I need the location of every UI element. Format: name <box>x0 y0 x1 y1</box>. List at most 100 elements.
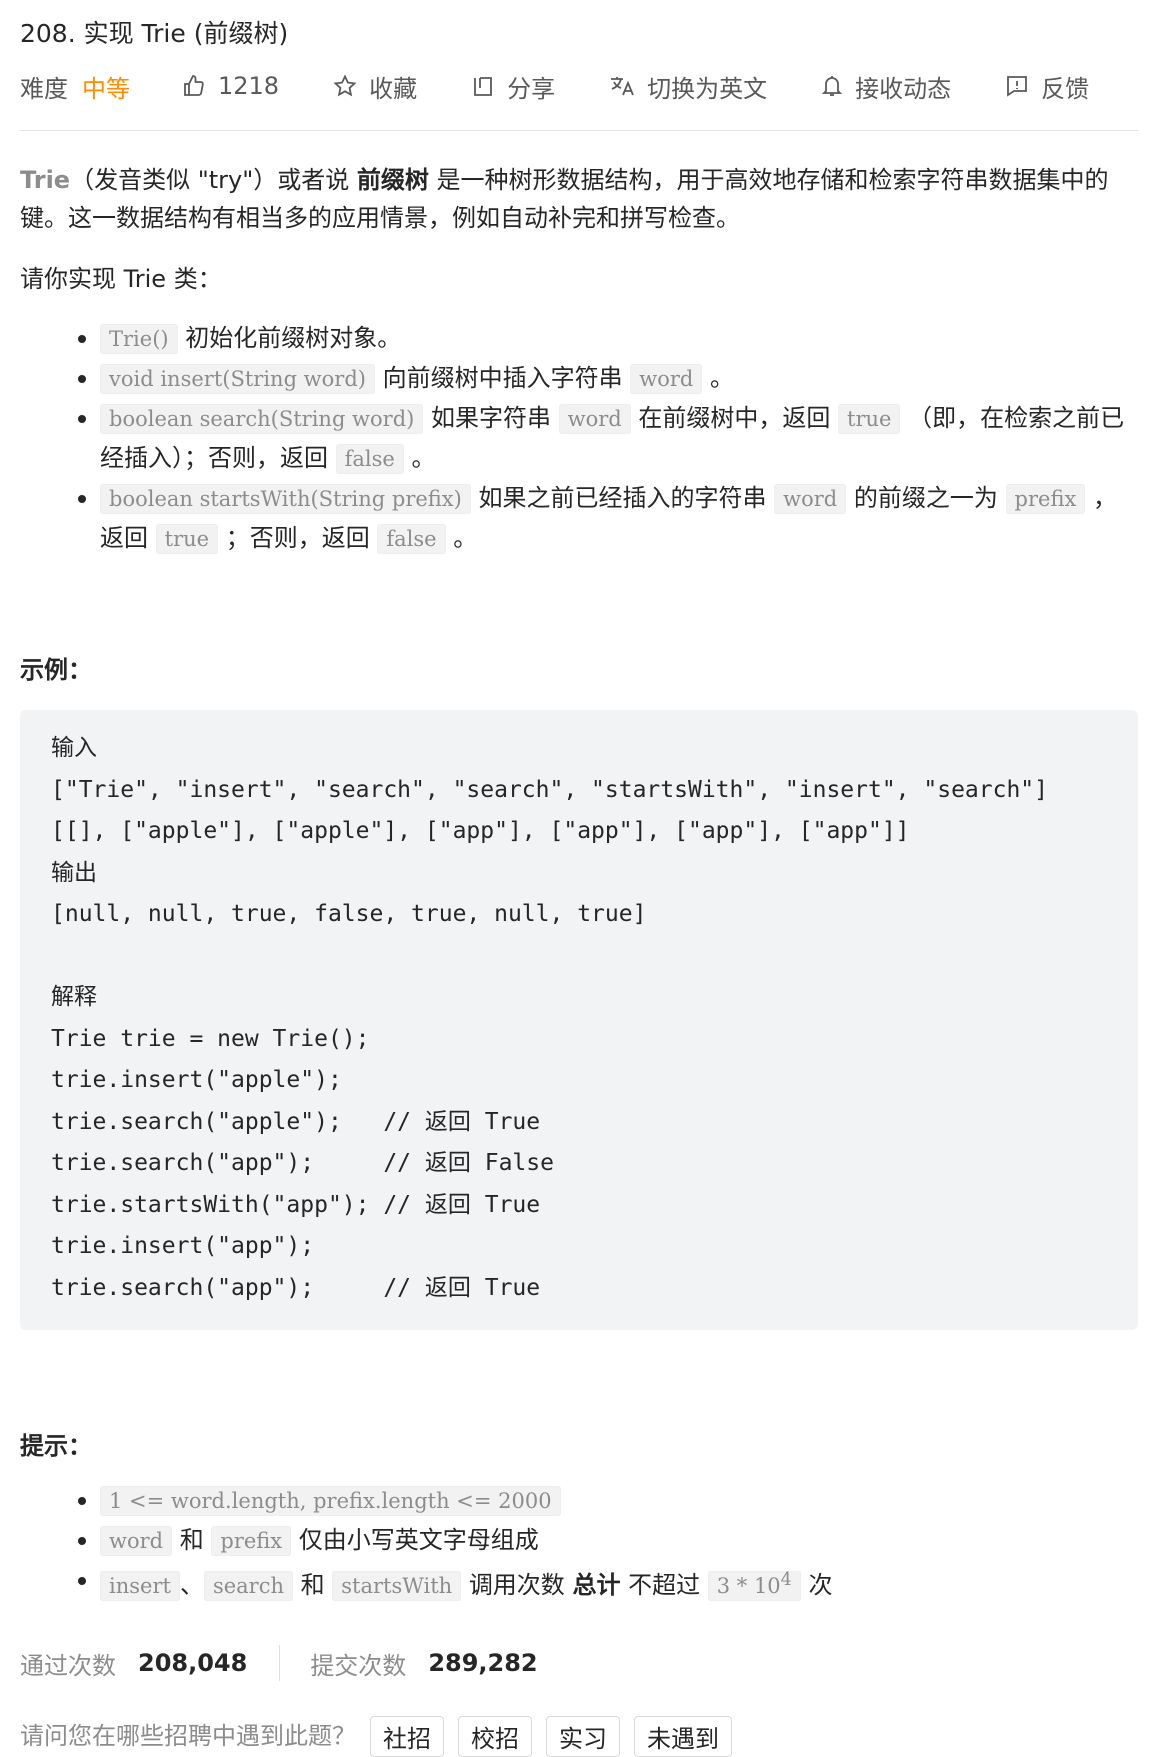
tag-social-recruit[interactable]: 社招 <box>370 1716 444 1757</box>
interview-survey: 请问您在哪些招聘中遇到此题？ 社招 校招 实习 未遇到 <box>20 1716 732 1757</box>
problem-meta-bar: 难度 中等 1218 收藏 分享 切换为英文 接收动态 反馈 <box>20 62 1143 110</box>
term-trie: Trie <box>20 166 71 194</box>
inline-code: void insert(String word) <box>100 364 375 394</box>
star-icon <box>333 74 357 97</box>
punct: 、 <box>179 1571 204 1599</box>
code-line: trie.search("apple"); // 返回 True <box>51 1108 541 1135</box>
thumbs-up-icon <box>184 75 204 96</box>
feedback-button[interactable]: 反馈 <box>1005 69 1089 104</box>
code-line: [null, null, true, false, true, null, tr… <box>51 901 647 927</box>
share-label: 分享 <box>507 74 556 103</box>
code-line: [[], ["apple"], ["apple"], ["app"], ["ap… <box>51 818 910 844</box>
switch-language-label: 切换为英文 <box>647 74 768 103</box>
passed-count: 208,048 <box>138 1649 248 1677</box>
inline-code: insert <box>100 1571 180 1601</box>
inline-code: true <box>838 404 901 434</box>
collect-label: 收藏 <box>369 74 418 103</box>
constraint-text: 调用次数 <box>468 1571 565 1599</box>
inline-code: word <box>558 404 631 434</box>
method-desc: 在前缀树中，返回 <box>638 404 831 432</box>
method-desc: 如果字符串 <box>431 404 551 432</box>
code-line: 输出 <box>51 859 97 886</box>
method-desc: 初始化前缀树对象。 <box>185 324 402 352</box>
description-text: （发音类似 "try"）或者说 <box>70 166 350 194</box>
tag-internship[interactable]: 实习 <box>546 1716 620 1757</box>
inline-code: word <box>774 484 847 514</box>
difficulty-label: 难度 <box>20 74 68 103</box>
inline-code: false <box>335 444 404 474</box>
constraint-bold: 总计 <box>572 1571 621 1599</box>
submitted-label: 提交次数 <box>310 1651 407 1680</box>
stats-divider <box>279 1645 281 1681</box>
problem-page: 208. 实现 Trie (前缀树) 难度 中等 1218 收藏 分享 切换为英… <box>0 0 1153 1757</box>
constraint-text: 和 <box>300 1571 325 1599</box>
implement-instruction: 请你实现 Trie 类： <box>20 265 222 293</box>
example-heading: 示例： <box>20 656 92 684</box>
code-line: trie.search("app"); // 返回 False <box>51 1150 554 1176</box>
method-item: Trie() 初始化前缀树对象。 <box>78 319 1140 359</box>
divider <box>20 130 1139 131</box>
method-desc: 向前缀树中插入字符串 <box>382 364 623 392</box>
inline-code: startsWith <box>332 1571 462 1601</box>
inline-code: 3 * 104 <box>707 1570 801 1601</box>
like-count: 1218 <box>218 72 280 100</box>
code-lines: 输入 ["Trie", "insert", "search", "search"… <box>51 728 1048 1309</box>
punct: 。 <box>710 364 735 392</box>
bell-icon <box>821 76 843 96</box>
method-desc: 如果之前已经插入的字符串 <box>478 484 767 512</box>
like-button[interactable]: 1218 <box>182 72 279 100</box>
inline-code: prefix <box>1005 484 1086 514</box>
code-line: 输入 <box>51 735 97 761</box>
hints-heading: 提示： <box>20 1432 92 1460</box>
feedback-icon <box>1007 76 1027 97</box>
inline-code: true <box>155 524 219 554</box>
inline-code: search <box>203 1571 293 1601</box>
inline-code: word <box>100 1526 173 1556</box>
code-line: trie.insert("apple"); <box>51 1067 342 1093</box>
subscribe-button[interactable]: 接收动态 <box>821 69 951 104</box>
inline-code: boolean startsWith(String prefix) <box>100 484 471 514</box>
inline-code: word <box>630 364 703 394</box>
submission-stats: 通过次数 208,048 提交次数 289,282 <box>20 1645 538 1681</box>
tag-campus-recruit[interactable]: 校招 <box>458 1716 532 1757</box>
method-item: void insert(String word) 向前缀树中插入字符串 word… <box>78 359 1140 399</box>
switch-language-button[interactable]: 切换为英文 <box>609 69 767 104</box>
inline-code: 1 <= word.length, prefix.length <= 2000 <box>100 1486 561 1516</box>
constraint-text: 次 <box>808 1571 833 1599</box>
code-line: trie.search("app"); // 返回 True <box>51 1274 541 1301</box>
code-line: trie.insert("app"); <box>51 1233 315 1259</box>
inline-code: prefix <box>211 1526 292 1556</box>
translate-icon <box>611 77 634 96</box>
punct: 。 <box>411 444 436 472</box>
method-list: Trie() 初始化前缀树对象。 void insert(String word… <box>0 319 1140 559</box>
constraint-text: 仅由小写英文字母组成 <box>298 1526 539 1554</box>
difficulty-value: 中等 <box>82 74 130 103</box>
share-button[interactable]: 分享 <box>471 69 555 104</box>
method-desc: ；否则，返回 <box>225 524 370 552</box>
share-icon <box>474 77 492 96</box>
collect-button[interactable]: 收藏 <box>333 69 417 104</box>
problem-title: 208. 实现 Trie (前缀树) <box>20 19 289 48</box>
inline-code-base: 3 * 10 <box>716 1574 781 1598</box>
tag-not-encountered[interactable]: 未遇到 <box>634 1716 732 1757</box>
inline-code: boolean search(String word) <box>100 404 424 434</box>
constraint-item: 1 <= word.length, prefix.length <= 2000 <box>78 1481 1140 1521</box>
example-code-block: 输入 ["Trie", "insert", "search", "search"… <box>20 710 1138 1330</box>
method-desc: 的前缀之一为 <box>853 484 998 512</box>
subscribe-label: 接收动态 <box>855 74 952 103</box>
constraint-item: insert、 search 和 startsWith 调用次数 总计 不超过 3… <box>78 1561 1140 1606</box>
method-item: boolean search(String word) 如果字符串 word 在… <box>78 399 1140 479</box>
inline-code: Trie() <box>100 324 178 354</box>
submitted-count: 289,282 <box>428 1649 538 1677</box>
code-line: ["Trie", "insert", "search", "search", "… <box>51 776 1048 803</box>
term-prefix-tree: 前缀树 <box>356 166 429 194</box>
constraint-item: word 和 prefix 仅由小写英文字母组成 <box>78 1521 1140 1561</box>
code-line: 解释 <box>51 984 97 1010</box>
inline-code-exponent: 4 <box>780 1570 792 1590</box>
method-item: boolean startsWith(String prefix) 如果之前已经… <box>78 479 1140 559</box>
feedback-label: 反馈 <box>1041 74 1090 103</box>
survey-question: 请问您在哪些招聘中遇到此题？ <box>20 1722 356 1750</box>
inline-code: false <box>377 524 446 554</box>
constraint-text: 不超过 <box>628 1571 701 1599</box>
